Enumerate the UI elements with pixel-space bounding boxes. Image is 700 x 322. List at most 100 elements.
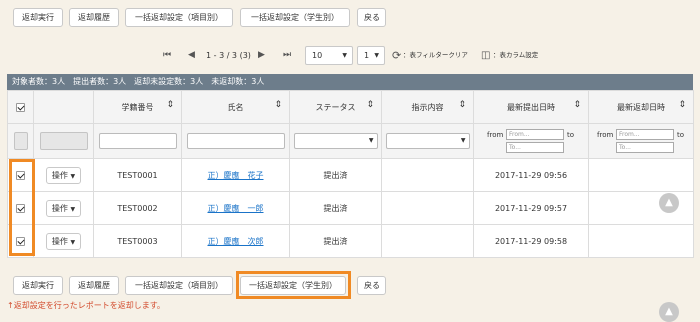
col-header-name[interactable]: 氏名 ⇕ <box>181 90 290 124</box>
sort-icon[interactable]: ⇕ <box>366 100 374 110</box>
chevron-down-icon: ▼ <box>460 137 466 144</box>
page-select[interactable]: 1 ▼ <box>357 46 385 65</box>
name-cell: 正）慶應 次郎 <box>181 224 290 258</box>
student-name-link[interactable]: 正）慶應 次郎 <box>208 237 264 246</box>
student-name-link[interactable]: 正）慶應 一郎 <box>208 204 264 213</box>
sort-icon[interactable]: ⇕ <box>458 100 466 110</box>
col-header-instructions[interactable]: 指示内容 ⇕ <box>381 90 474 124</box>
bulk-return-by-item-button-top[interactable]: 一括返却設定（項目別） <box>125 8 233 27</box>
select-all-cell <box>7 90 34 124</box>
returned-cell <box>588 224 694 258</box>
col-header-status[interactable]: ステータス ⇕ <box>289 90 382 124</box>
bulk-return-by-item-button-bottom[interactable]: 一括返却設定（項目別） <box>125 276 233 295</box>
filter-cell: ▼ <box>381 123 474 159</box>
table-row: 操作 ▼ TEST0003 正）慶應 次郎 提出済 2017-11-29 09:… <box>7 224 694 258</box>
op-label: 操作 <box>51 236 68 246</box>
col-header-latest-returned[interactable]: 最新返却日時 ⇕ <box>588 90 694 124</box>
clear-filter-link[interactable]: ：表フィルタークリア <box>403 48 468 63</box>
chevron-down-icon: ▼ <box>374 52 379 59</box>
filter-cell <box>33 123 94 159</box>
first-page-icon[interactable]: ⏮ <box>163 48 171 63</box>
col-label: 学籍番号 <box>121 102 154 112</box>
return-execute-button-bottom[interactable]: 返却実行 <box>13 276 63 295</box>
return-execute-button-top[interactable]: 返却実行 <box>13 8 63 27</box>
caret-down-icon: ▼ <box>70 172 76 180</box>
next-page-icon[interactable]: ▶ <box>258 48 265 63</box>
returned-to-input[interactable]: To... <box>616 142 674 153</box>
instructions-cell <box>381 158 474 192</box>
filter-cell: from From... to To... <box>588 123 694 159</box>
operation-dropdown-button[interactable]: 操作 ▼ <box>45 232 82 250</box>
from-label: from <box>597 130 614 139</box>
submitted-cell: 2017-11-29 09:58 <box>473 224 589 258</box>
status-cell: 提出済 <box>289 224 382 258</box>
return-note: ↑返却設定を行ったレポートを返却します。 <box>7 301 165 310</box>
summary-bar: 対象者数：3人 提出者数：3人 返却未設定数：3人 未返却数：3人 <box>7 74 693 90</box>
to-label: to <box>567 130 575 139</box>
chevron-down-icon: ▼ <box>342 52 347 59</box>
student-table: 学籍番号 ⇕ 氏名 ⇕ ステータス ⇕ 指示内容 ⇕ 最新提出日時 ⇕ 最新返却日時 ⇕ ▼… <box>7 90 694 258</box>
column-settings-link[interactable]: ：表カラム設定 <box>493 48 538 63</box>
returned-from-input[interactable]: From... <box>616 129 674 140</box>
name-cell: 正）慶應 一郎 <box>181 191 290 225</box>
status-filter-select[interactable]: ▼ <box>293 133 378 149</box>
page-range: 1 - 3 / 3 (3) <box>206 51 251 60</box>
refresh-icon[interactable]: ⟳ <box>392 48 401 63</box>
op-cell: 操作 ▼ <box>33 191 94 225</box>
status-cell: 提出済 <box>289 191 382 225</box>
op-header <box>33 90 94 124</box>
col-header-student-id[interactable]: 学籍番号 ⇕ <box>93 90 182 124</box>
scroll-top-icon[interactable]: ▲ <box>659 302 679 322</box>
scroll-top-icon[interactable]: ▲ <box>659 193 679 213</box>
per-page-value: 10 <box>312 51 323 60</box>
filter-checkbox-slot <box>13 132 28 150</box>
student-id-filter-input[interactable] <box>98 133 177 149</box>
sort-icon[interactable]: ⇕ <box>274 100 282 110</box>
checkbox-highlight-frame <box>9 159 35 256</box>
filter-cell <box>181 123 290 159</box>
submitted-from-input[interactable]: From... <box>506 129 564 140</box>
filter-row: ▼ ▼ from From... to To... from From... to To… <box>7 123 694 159</box>
student-id-cell: TEST0001 <box>93 158 182 192</box>
instructions-filter-select[interactable]: ▼ <box>385 133 470 149</box>
table-row: 操作 ▼ TEST0001 正）慶應 花子 提出済 2017-11-29 09:… <box>7 158 694 192</box>
operation-dropdown-button[interactable]: 操作 ▼ <box>45 199 82 217</box>
name-filter-input[interactable] <box>186 133 285 149</box>
sort-icon[interactable]: ⇕ <box>678 100 686 110</box>
submitted-cell: 2017-11-29 09:56 <box>473 158 589 192</box>
sort-icon[interactable]: ⇕ <box>573 100 581 110</box>
columns-icon[interactable]: ◫ <box>481 48 490 63</box>
instructions-cell <box>381 224 474 258</box>
submitted-to-input[interactable]: To... <box>506 142 564 153</box>
per-page-select[interactable]: 10 ▼ <box>305 46 353 65</box>
filter-op-slot <box>39 132 88 150</box>
op-cell: 操作 ▼ <box>33 158 94 192</box>
last-page-icon[interactable]: ⏭ <box>283 48 291 63</box>
return-history-button-top[interactable]: 返却履歴 <box>69 8 119 27</box>
prev-page-icon[interactable]: ◀ <box>188 48 195 63</box>
page-value: 1 <box>364 51 370 60</box>
col-label: 最新提出日時 <box>507 102 555 112</box>
filter-cell <box>7 123 34 159</box>
select-all-checkbox[interactable] <box>16 102 25 112</box>
col-label: ステータス <box>315 102 356 112</box>
operation-dropdown-button[interactable]: 操作 ▼ <box>45 166 82 184</box>
col-label: 最新返却日時 <box>617 102 665 112</box>
name-cell: 正）慶應 花子 <box>181 158 290 192</box>
returned-cell <box>588 191 694 225</box>
back-button-top[interactable]: 戻る <box>357 8 386 27</box>
op-cell: 操作 ▼ <box>33 224 94 258</box>
chevron-down-icon: ▼ <box>368 137 374 144</box>
bulk-return-by-student-button-top[interactable]: 一括返却設定（学生別） <box>240 8 350 27</box>
from-label: from <box>487 130 504 139</box>
student-name-link[interactable]: 正）慶應 花子 <box>208 171 264 180</box>
caret-down-icon: ▼ <box>70 238 76 246</box>
to-label: to <box>677 130 685 139</box>
filter-cell: ▼ <box>289 123 382 159</box>
return-history-button-bottom[interactable]: 返却履歴 <box>69 276 119 295</box>
back-button-bottom[interactable]: 戻る <box>357 276 386 295</box>
returned-cell <box>588 158 694 192</box>
submitted-cell: 2017-11-29 09:57 <box>473 191 589 225</box>
col-header-latest-submitted[interactable]: 最新提出日時 ⇕ <box>473 90 589 124</box>
sort-icon[interactable]: ⇕ <box>166 100 174 110</box>
